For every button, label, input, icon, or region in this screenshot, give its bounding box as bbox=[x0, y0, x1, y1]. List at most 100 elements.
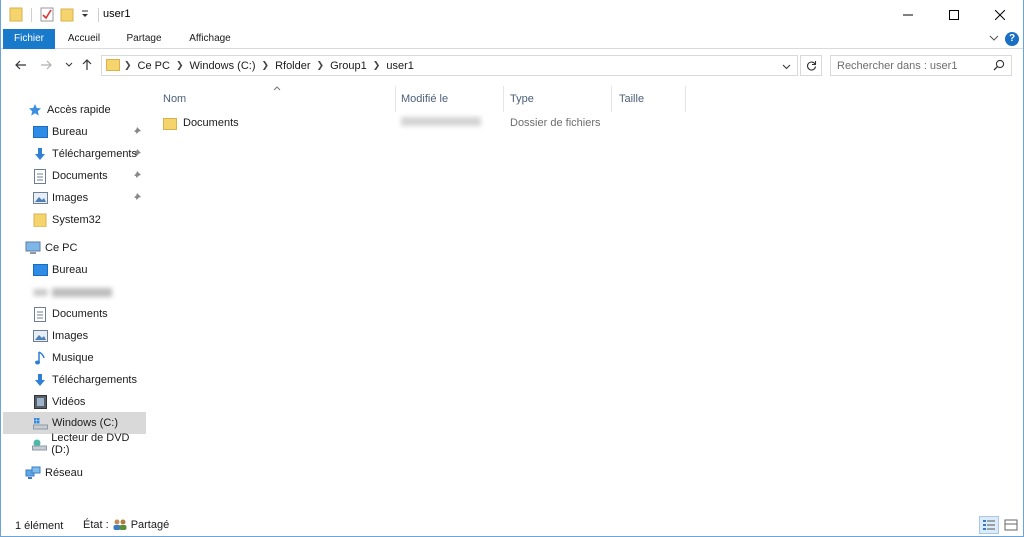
state-value: Partagé bbox=[130, 518, 170, 531]
refresh-button[interactable] bbox=[800, 55, 822, 76]
separator bbox=[98, 8, 99, 22]
close-button[interactable] bbox=[977, 0, 1023, 29]
column-header-size[interactable]: Taille bbox=[607, 88, 685, 110]
drive-icon bbox=[32, 415, 48, 431]
search-icon[interactable] bbox=[993, 59, 1005, 74]
explorer-window: user1 Fichier Accueil Partage Affichage … bbox=[0, 0, 1024, 537]
maximize-button[interactable] bbox=[931, 0, 977, 29]
nav-quick-documents[interactable]: Documents bbox=[3, 165, 146, 187]
chevron-right-icon[interactable]: ❯ bbox=[174, 60, 186, 71]
tab-partage[interactable]: Partage bbox=[119, 29, 169, 49]
breadcrumb-item[interactable]: Ce PC bbox=[134, 60, 174, 72]
ribbon-tabs: Fichier Accueil Partage Affichage ? bbox=[1, 29, 1023, 49]
nav-pc-bureau[interactable]: Bureau bbox=[3, 259, 146, 281]
pin-icon[interactable] bbox=[132, 126, 142, 139]
separator bbox=[31, 8, 32, 22]
pin-icon[interactable] bbox=[132, 192, 142, 205]
view-switcher bbox=[979, 516, 1021, 534]
column-header-type[interactable]: Type bbox=[498, 88, 606, 110]
nav-quick-system32[interactable]: System32 bbox=[3, 209, 146, 231]
details-view-button[interactable] bbox=[979, 516, 999, 534]
forward-button[interactable] bbox=[38, 57, 54, 73]
drive-icon bbox=[32, 284, 48, 300]
nav-network[interactable]: Réseau bbox=[3, 462, 146, 484]
customize-toolbar-icon[interactable] bbox=[80, 9, 90, 22]
chevron-right-icon[interactable]: ❯ bbox=[371, 60, 383, 71]
file-row[interactable]: Documents Dossier de fichiers bbox=[163, 113, 683, 133]
tab-fichier[interactable]: Fichier bbox=[3, 29, 55, 49]
folder-icon bbox=[106, 58, 120, 74]
nav-label: Windows (C:) bbox=[52, 417, 119, 429]
file-name: Documents bbox=[183, 117, 239, 129]
column-header-modified[interactable]: Modifié le bbox=[389, 88, 497, 110]
image-icon bbox=[32, 190, 48, 206]
column-header-name[interactable]: Nom bbox=[151, 88, 395, 110]
desktop-icon bbox=[32, 262, 48, 278]
quick-access-toolbar bbox=[9, 6, 101, 24]
recent-locations-button[interactable] bbox=[61, 57, 77, 73]
nav-label: Vidéos bbox=[52, 396, 86, 408]
tab-accueil[interactable]: Accueil bbox=[59, 29, 109, 49]
search-input[interactable] bbox=[837, 58, 987, 73]
back-button[interactable] bbox=[13, 57, 29, 73]
document-icon bbox=[32, 168, 48, 184]
breadcrumb-item[interactable]: Rfolder bbox=[271, 60, 314, 72]
tab-affichage[interactable]: Affichage bbox=[181, 29, 239, 49]
file-type: Dossier de fichiers bbox=[510, 117, 601, 129]
nav-pc-images[interactable]: Images bbox=[3, 325, 146, 347]
column-divider[interactable] bbox=[685, 86, 686, 112]
address-bar[interactable]: ❯ Ce PC ❯ Windows (C:) ❯ Rfolder ❯ Group… bbox=[101, 55, 798, 76]
breadcrumb: ❯ Ce PC ❯ Windows (C:) ❯ Rfolder ❯ Group… bbox=[106, 56, 418, 75]
up-button[interactable] bbox=[79, 57, 95, 73]
video-icon bbox=[32, 394, 48, 410]
document-icon bbox=[32, 306, 48, 322]
properties-icon[interactable] bbox=[40, 6, 54, 25]
chevron-right-icon[interactable]: ❯ bbox=[315, 60, 327, 71]
nav-pc-downloads[interactable]: Téléchargements bbox=[3, 369, 146, 391]
help-icon[interactable]: ? bbox=[1005, 32, 1019, 46]
nav-label: Réseau bbox=[45, 467, 83, 479]
nav-label: Musique bbox=[52, 352, 94, 364]
nav-pc-music[interactable]: Musique bbox=[3, 347, 146, 369]
nav-label: Ce PC bbox=[45, 242, 78, 254]
nav-pc-videos[interactable]: Vidéos bbox=[3, 391, 146, 413]
address-dropdown-icon[interactable] bbox=[782, 61, 791, 73]
file-name-cell: Documents bbox=[163, 113, 239, 133]
breadcrumb-item[interactable]: Group1 bbox=[326, 60, 371, 72]
image-icon bbox=[32, 328, 48, 344]
large-icons-view-button[interactable] bbox=[1001, 516, 1021, 534]
nav-label: Documents bbox=[52, 308, 108, 320]
breadcrumb-item[interactable]: user1 bbox=[382, 60, 418, 72]
nav-quick-images[interactable]: Images bbox=[3, 187, 146, 209]
chevron-right-icon[interactable]: ❯ bbox=[122, 60, 134, 71]
nav-pc-redacted[interactable] bbox=[3, 281, 146, 303]
nav-this-pc[interactable]: Ce PC bbox=[3, 237, 146, 259]
minimize-button[interactable] bbox=[885, 0, 931, 29]
nav-quick-downloads[interactable]: Téléchargements bbox=[3, 143, 146, 165]
file-list: Nom Modifié le Type Taille Documents Dos… bbox=[151, 80, 1023, 514]
expand-ribbon-icon[interactable] bbox=[989, 33, 999, 46]
navigation-bar: ❯ Ce PC ❯ Windows (C:) ❯ Rfolder ❯ Group… bbox=[1, 50, 1023, 80]
navigation-pane: Accès rapide Bureau Téléchargements Docu… bbox=[3, 84, 147, 514]
nav-quick-bureau[interactable]: Bureau bbox=[3, 121, 146, 143]
folder-icon bbox=[163, 117, 177, 130]
download-icon bbox=[32, 372, 48, 388]
window-controls bbox=[885, 0, 1023, 29]
pin-icon[interactable] bbox=[132, 148, 142, 161]
nav-quick-access[interactable]: Accès rapide bbox=[3, 99, 146, 121]
folder-icon bbox=[9, 6, 23, 25]
download-icon bbox=[32, 146, 48, 162]
nav-pc-dvd-d[interactable]: Lecteur de DVD (D:) bbox=[3, 432, 146, 456]
nav-label: Images bbox=[52, 330, 89, 342]
nav-label: Documents bbox=[52, 170, 108, 182]
new-folder-icon[interactable] bbox=[60, 6, 74, 25]
breadcrumb-item[interactable]: Windows (C:) bbox=[186, 60, 260, 72]
star-icon bbox=[27, 102, 43, 118]
nav-pc-windows-c[interactable]: Windows (C:) bbox=[3, 412, 146, 434]
state-label: État : bbox=[83, 518, 109, 531]
window-title: user1 bbox=[103, 8, 131, 20]
nav-pc-documents[interactable]: Documents bbox=[3, 303, 146, 325]
pin-icon[interactable] bbox=[132, 170, 142, 183]
nav-label: Bureau bbox=[52, 264, 88, 276]
chevron-right-icon[interactable]: ❯ bbox=[260, 60, 272, 71]
